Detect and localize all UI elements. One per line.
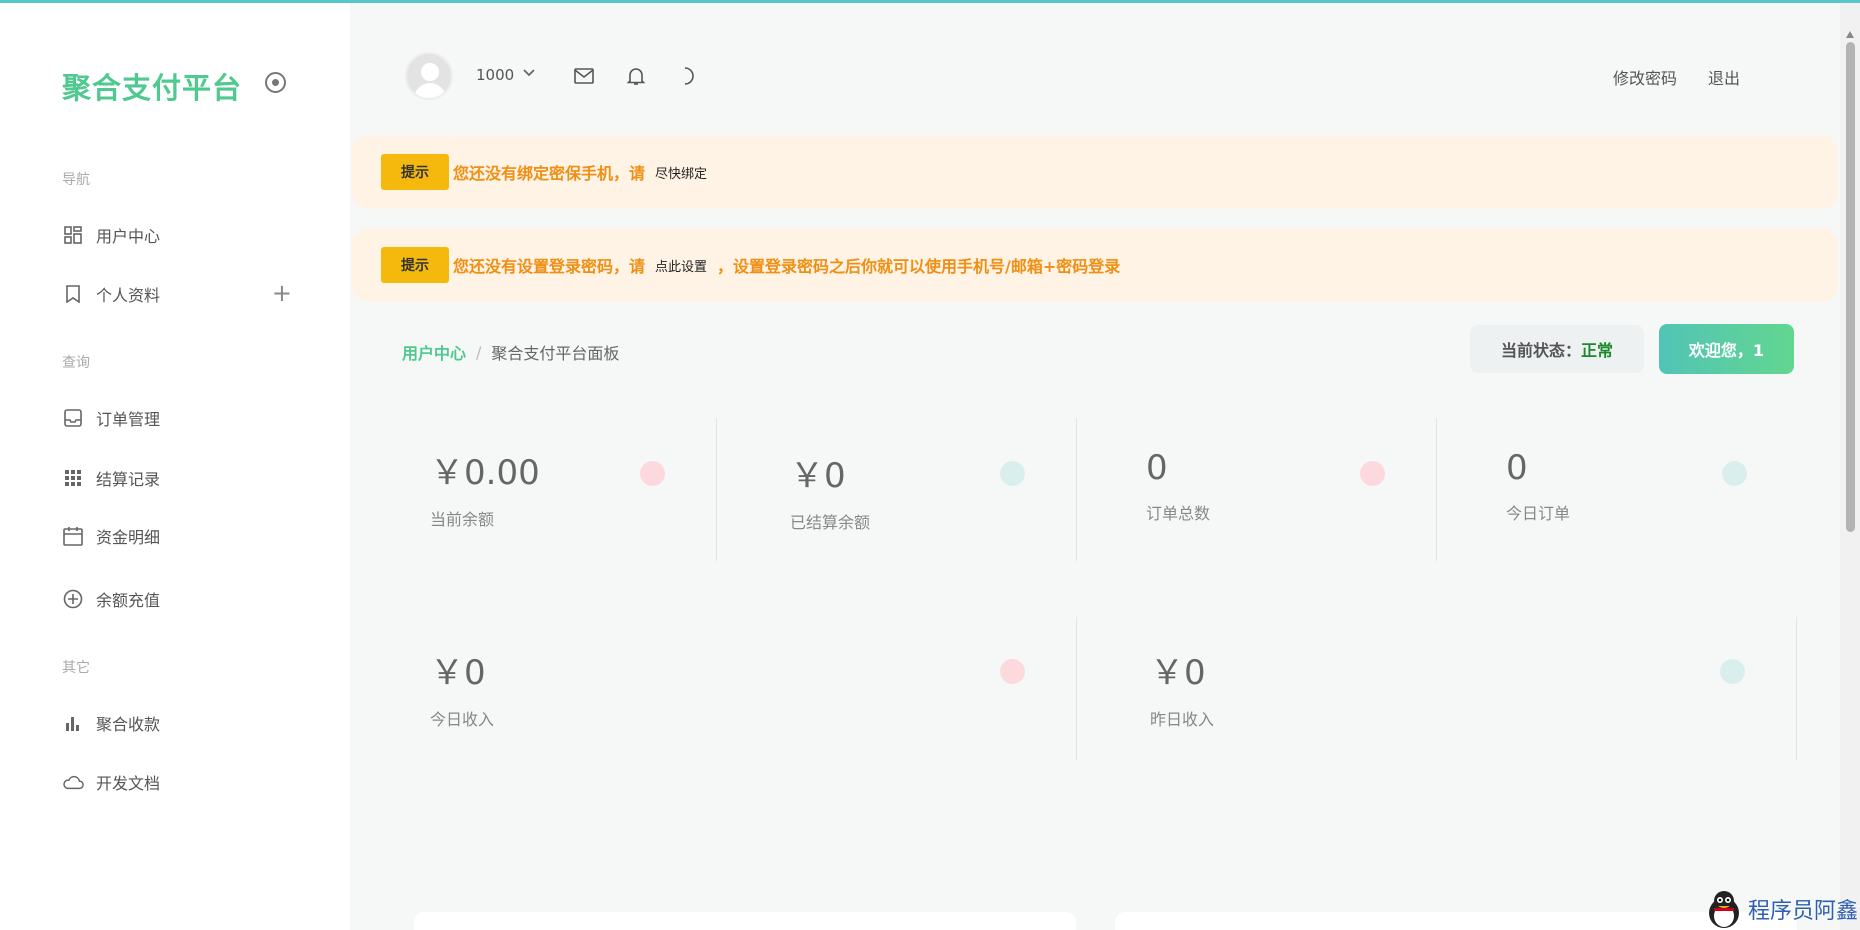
moon-icon[interactable]: [676, 64, 700, 88]
nav-section-title: 导航: [62, 172, 90, 188]
nav-section-title: 查询: [62, 355, 90, 371]
stat-label: 已结算余额: [790, 513, 871, 532]
change-password-link[interactable]: 修改密码: [1613, 65, 1677, 89]
stat-label: 当前余额: [430, 510, 495, 529]
sidebar-item-user-center[interactable]: 用户中心: [62, 218, 292, 252]
breadcrumb-home[interactable]: 用户中心: [402, 340, 466, 364]
sidebar-item-orders[interactable]: 订单管理: [62, 401, 292, 435]
cloud-icon: [62, 771, 84, 793]
stat-value: 0: [1146, 448, 1168, 488]
scrollbar-thumb[interactable]: [1846, 42, 1855, 532]
status-label: 当前状态：: [1500, 341, 1581, 360]
stat-settled-balance: ￥0 已结算余额: [790, 448, 870, 533]
breadcrumb-current: 聚合支付平台面板: [491, 344, 620, 363]
sidebar: 聚合支付平台 导航 用户中心 个人资料 + 查询 订单管理 结算记录 资金明细: [0, 3, 350, 930]
stat-value: ￥0: [430, 653, 486, 693]
brand-title: 聚合支付平台: [62, 71, 243, 105]
stat-value: ￥0.00: [430, 453, 540, 493]
user-id[interactable]: 1000: [476, 66, 514, 84]
inbox-icon: [62, 407, 84, 429]
grid-icon: [62, 467, 84, 489]
logout-link[interactable]: 退出: [1708, 65, 1740, 89]
sidebar-toggle-icon[interactable]: [265, 72, 286, 93]
bar-chart-icon: [62, 712, 84, 734]
sidebar-item-label: 余额充值: [96, 591, 161, 610]
welcome-button[interactable]: 欢迎您，1: [1659, 324, 1794, 374]
divider: [1796, 617, 1797, 760]
stat-yesterday-income: ￥0 昨日收入: [1150, 645, 1214, 730]
stat-dot-icon: [1722, 461, 1747, 486]
sidebar-item-label: 资金明细: [96, 528, 161, 547]
stat-label: 今日订单: [1506, 504, 1571, 523]
plus-circle-icon: [62, 588, 84, 610]
avatar[interactable]: [405, 52, 453, 100]
alert-bind-phone: 提示 您还没有绑定密保手机，请 尽快绑定: [352, 135, 1838, 209]
sidebar-item-dev-docs[interactable]: 开发文档: [62, 765, 292, 799]
nav-section-title: 其它: [62, 660, 90, 676]
stat-today-orders: 0 今日订单: [1506, 448, 1570, 524]
breadcrumb-separator: /: [476, 342, 482, 362]
avatar-body: [414, 83, 446, 98]
mail-icon[interactable]: [572, 64, 596, 88]
sidebar-item-aggregate-pay[interactable]: 聚合收款: [62, 706, 292, 740]
bottom-panel-left: [414, 912, 1076, 930]
status-value: 正常: [1581, 341, 1614, 360]
divider: [1076, 418, 1077, 561]
stat-label: 今日收入: [430, 710, 495, 729]
expand-plus-icon[interactable]: +: [272, 280, 292, 306]
bind-phone-link[interactable]: 尽快绑定: [655, 163, 707, 182]
sidebar-item-funds[interactable]: 资金明细: [62, 519, 292, 553]
sidebar-item-label: 用户中心: [96, 227, 161, 246]
avatar-head: [421, 63, 439, 81]
stat-value: ￥0: [1150, 653, 1206, 693]
stat-dot-icon: [1720, 659, 1745, 684]
sidebar-item-recharge[interactable]: 余额充值: [62, 582, 292, 616]
bell-icon[interactable]: [624, 64, 648, 88]
breadcrumb: 用户中心 / 聚合支付平台面板: [402, 340, 619, 364]
alert-message-tail: ，设置登录密码之后你就可以使用手机号/邮箱+密码登录: [717, 257, 1121, 276]
chevron-down-icon[interactable]: [522, 66, 536, 82]
stat-label: 昨日收入: [1150, 710, 1215, 729]
sidebar-item-label: 个人资料: [96, 286, 161, 305]
alert-message: 您还没有绑定密保手机，请: [453, 164, 646, 183]
alert-message: 您还没有设置登录密码，请: [453, 257, 646, 276]
stat-order-total: 0 订单总数: [1146, 448, 1210, 524]
alert-tag: 提示: [381, 247, 449, 283]
stat-label: 订单总数: [1146, 504, 1211, 523]
status-badge: 当前状态： 正常: [1470, 325, 1644, 373]
scroll-up-arrow-icon[interactable]: [1846, 31, 1854, 38]
sidebar-item-label: 聚合收款: [96, 715, 161, 734]
stat-dot-icon: [1360, 461, 1385, 486]
stat-dot-icon: [1000, 659, 1025, 684]
alert-set-password: 提示 您还没有设置登录密码，请 点此设置 ，设置登录密码之后你就可以使用手机号/…: [352, 228, 1838, 302]
divider: [1076, 617, 1077, 760]
sidebar-item-settlement[interactable]: 结算记录: [62, 461, 292, 495]
stat-dot-icon: [1000, 461, 1025, 486]
bottom-panel-right: [1115, 912, 1797, 930]
calendar-icon: [62, 525, 84, 547]
stat-current-balance: ￥0.00 当前余额: [430, 445, 540, 530]
set-password-link[interactable]: 点此设置: [655, 256, 707, 275]
sidebar-item-label: 订单管理: [96, 410, 161, 429]
alert-tag: 提示: [381, 154, 449, 190]
stat-dot-icon: [640, 461, 665, 486]
penguin-icon: [1709, 891, 1739, 928]
divider: [1436, 418, 1437, 561]
stat-today-income: ￥0 今日收入: [430, 645, 494, 730]
watermark: 程序员阿鑫: [1706, 889, 1858, 929]
watermark-text: 程序员阿鑫: [1748, 899, 1859, 924]
sidebar-item-label: 结算记录: [96, 470, 161, 489]
sidebar-item-profile[interactable]: 个人资料 +: [62, 277, 292, 311]
divider: [716, 418, 717, 561]
sidebar-item-label: 开发文档: [96, 774, 161, 793]
stat-value: ￥0: [790, 456, 846, 496]
bookmark-icon: [62, 283, 84, 305]
stat-value: 0: [1506, 448, 1528, 488]
dashboard-icon: [62, 224, 84, 246]
